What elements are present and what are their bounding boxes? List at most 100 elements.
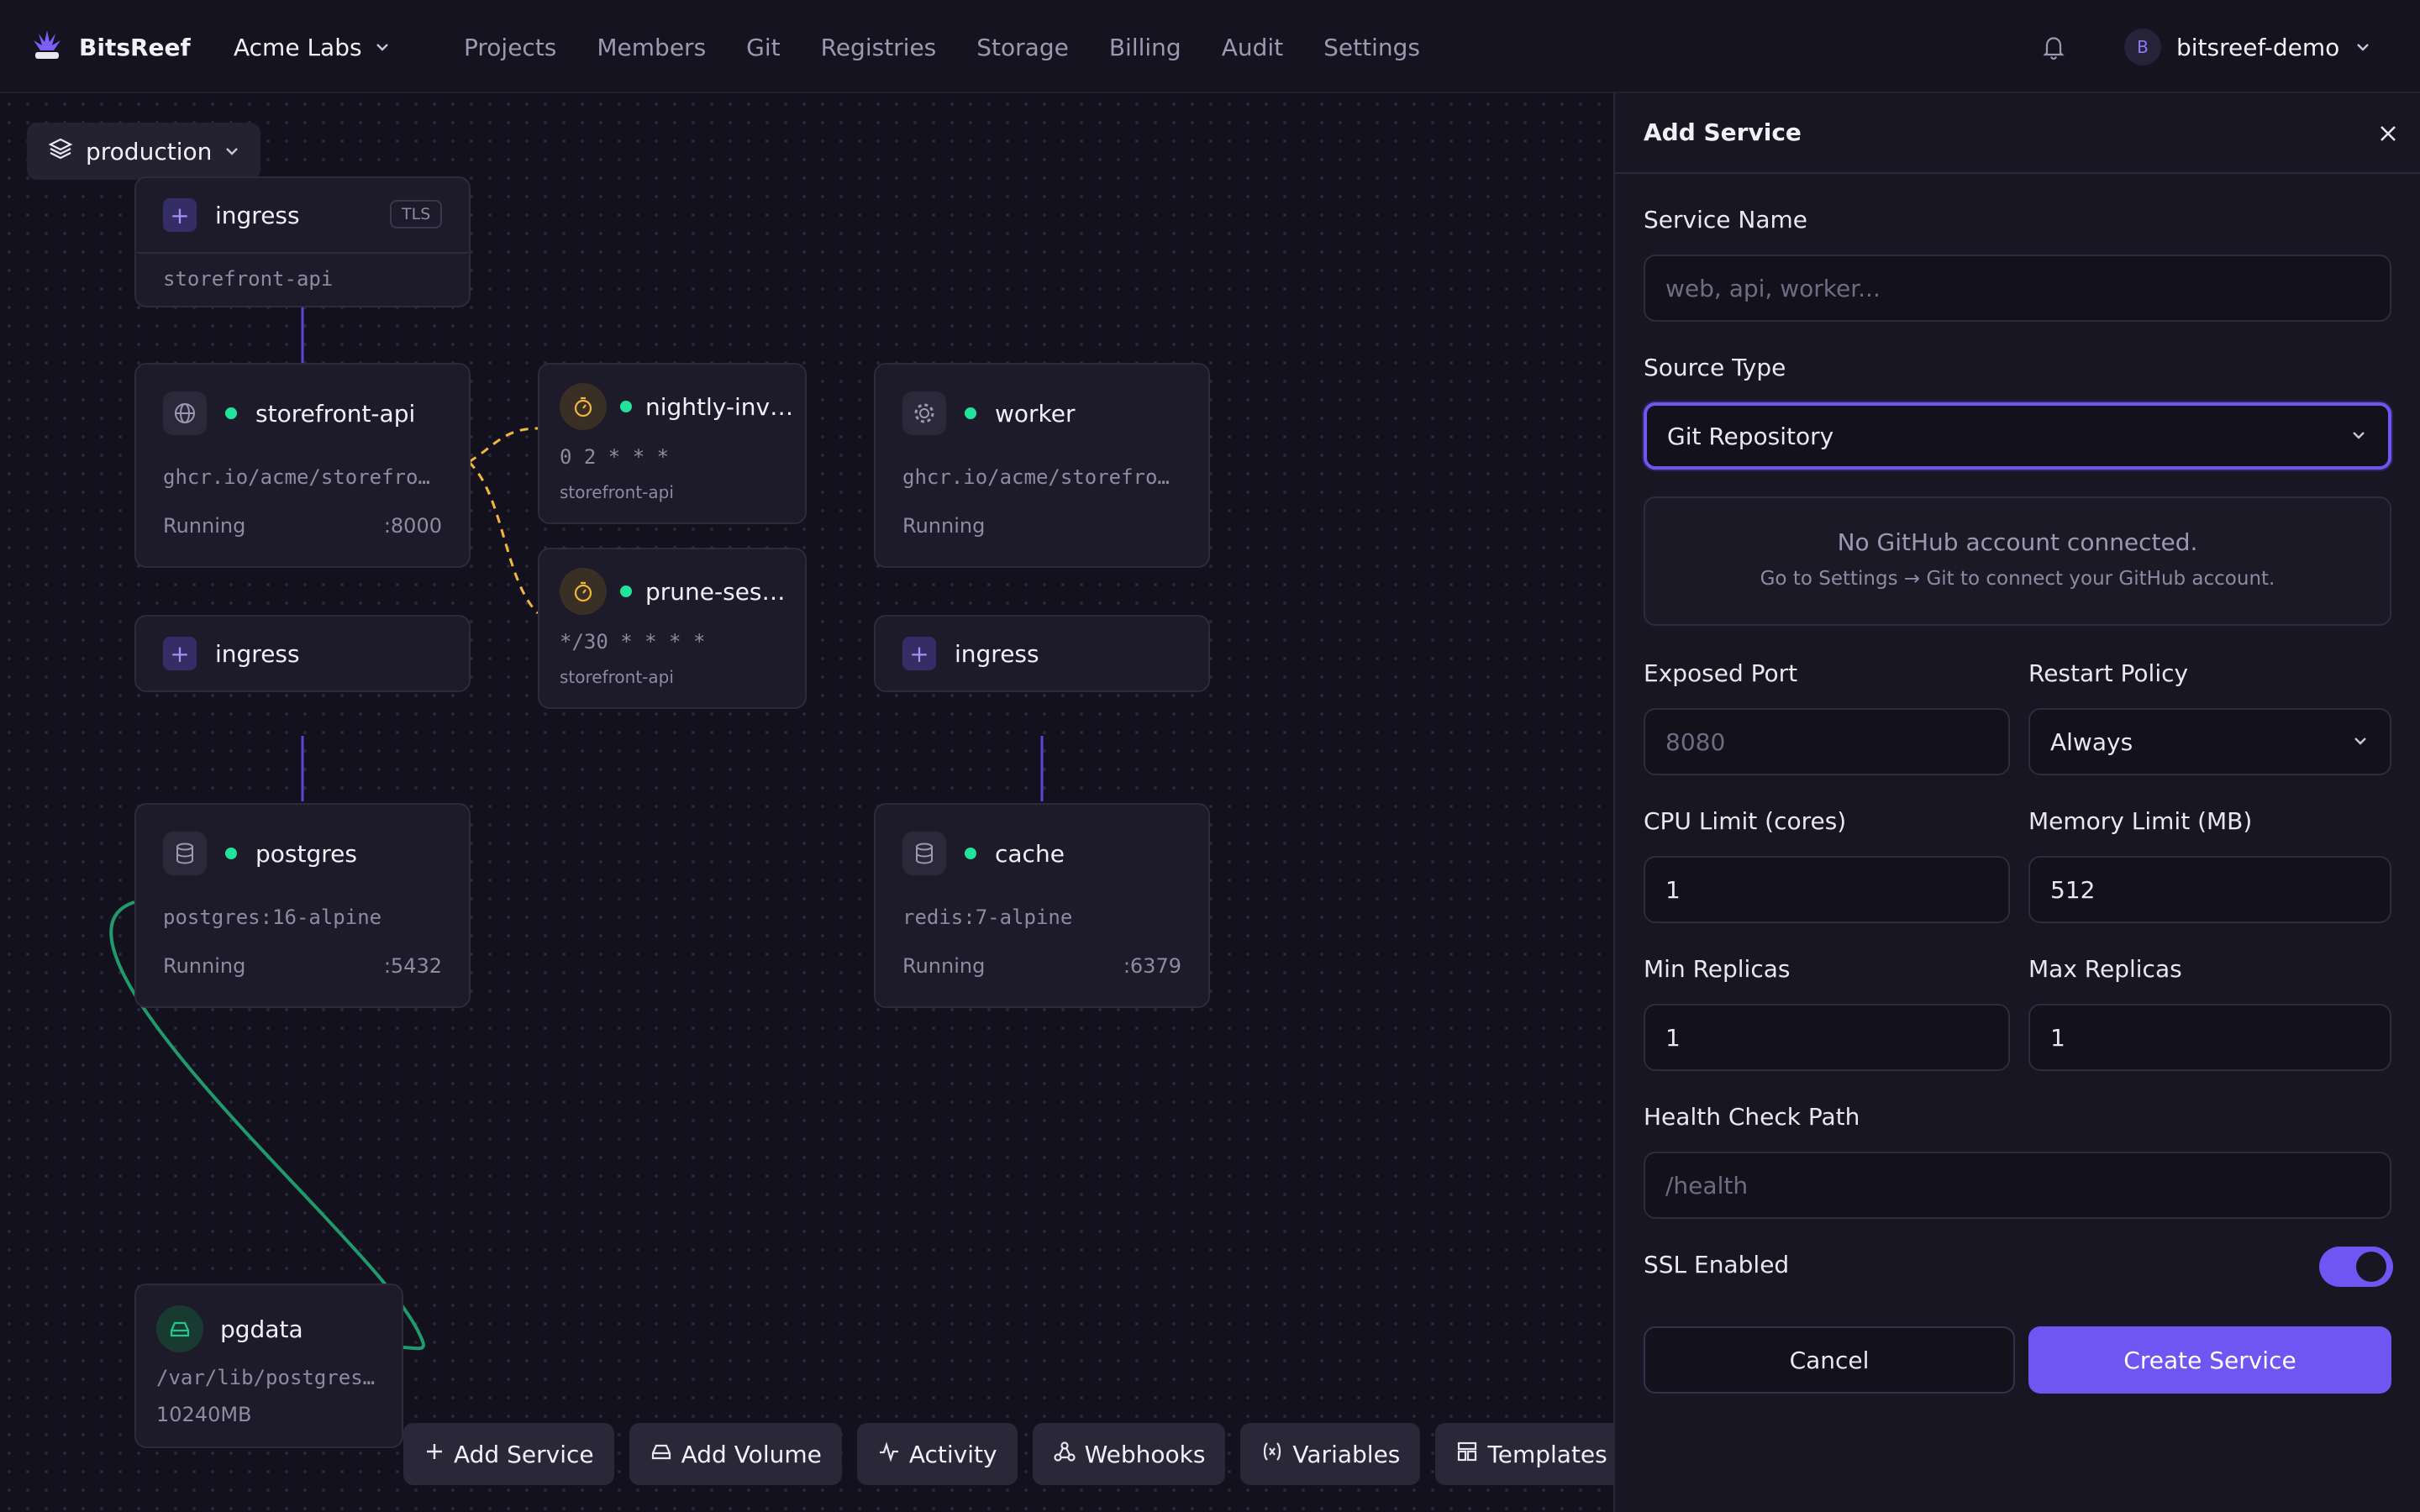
layers-icon xyxy=(47,135,74,168)
webhooks-button[interactable]: Webhooks xyxy=(1032,1423,1226,1485)
bell-icon[interactable] xyxy=(2037,30,2070,64)
close-icon[interactable] xyxy=(2371,117,2405,150)
ingress-label: ingress xyxy=(955,639,1039,668)
cron-schedule: */30 * * * * xyxy=(560,630,706,654)
cpu-limit-label: CPU Limit (cores) xyxy=(1644,807,1847,835)
status-dot xyxy=(965,848,976,859)
ingress-target: storefront-api xyxy=(163,267,334,291)
ssl-toggle[interactable] xyxy=(2319,1247,2393,1287)
cron-schedule: 0 2 * * * xyxy=(560,445,670,469)
service-name-input[interactable]: web, api, worker... xyxy=(1644,255,2391,322)
service-image: redis:7-alpine xyxy=(902,906,1073,929)
panel-title: Add Service xyxy=(1644,118,1802,146)
globe-icon xyxy=(163,391,207,435)
activity-button[interactable]: Activity xyxy=(856,1423,1018,1485)
service-name: worker xyxy=(995,399,1076,428)
cron-node-prune[interactable]: prune-ses… */30 * * * * storefront-api xyxy=(538,548,807,709)
health-check-placeholder: /health xyxy=(1665,1171,1749,1200)
min-replicas-label: Min Replicas xyxy=(1644,955,1791,983)
service-name: storefront-api xyxy=(255,399,416,428)
templates-button[interactable]: Templates xyxy=(1435,1423,1628,1485)
cron-name: nightly-inv… xyxy=(645,392,794,421)
timer-icon xyxy=(560,383,607,430)
add-volume-label: Add Volume xyxy=(681,1440,822,1468)
plus-icon: + xyxy=(902,637,936,670)
ingress-label: ingress xyxy=(215,201,300,229)
service-image: ghcr.io/acme/storefro… xyxy=(163,465,430,489)
exposed-port-placeholder: 8080 xyxy=(1665,727,1726,756)
service-status: Running xyxy=(163,954,246,978)
cancel-button[interactable]: Cancel xyxy=(1644,1326,2015,1394)
memory-limit-value: 512 xyxy=(2050,875,2096,904)
environment-name: production xyxy=(86,137,213,165)
divider xyxy=(136,252,469,254)
templates-label: Templates xyxy=(1487,1440,1607,1468)
min-replicas-input[interactable]: 1 xyxy=(1644,1004,2010,1071)
hard-drive-icon xyxy=(650,1440,673,1469)
source-type-select[interactable]: Git Repository xyxy=(1644,402,2391,470)
add-volume-button[interactable]: Add Volume xyxy=(629,1423,842,1485)
service-image: postgres:16-alpine xyxy=(163,906,382,929)
max-replicas-label: Max Replicas xyxy=(2028,955,2182,983)
service-port: :6379 xyxy=(1123,954,1181,978)
health-check-label: Health Check Path xyxy=(1644,1103,1860,1131)
plus-icon: + xyxy=(163,637,197,670)
plus-icon xyxy=(424,1441,445,1468)
add-service-button[interactable]: Add Service xyxy=(403,1423,614,1485)
service-name: postgres xyxy=(255,839,357,868)
add-service-panel: Add Service Service Name web, api, worke… xyxy=(1613,93,2420,1512)
service-node-postgres[interactable]: postgres postgres:16-alpine Running :543… xyxy=(134,803,471,1008)
canvas-toolbar: Add Service Add Volume Activity Webhooks… xyxy=(403,1423,1628,1485)
github-notice: No GitHub account connected. Go to Setti… xyxy=(1644,496,2391,626)
environment-selector[interactable]: production xyxy=(27,123,261,180)
status-dot xyxy=(225,407,237,419)
ingress-node-right[interactable]: + ingress xyxy=(874,615,1210,692)
restart-policy-select[interactable]: Always xyxy=(2028,708,2391,775)
service-port: :5432 xyxy=(383,954,442,978)
create-service-button[interactable]: Create Service xyxy=(2028,1326,2391,1394)
notice-body: Go to Settings → Git to connect your Git… xyxy=(1760,568,2275,590)
service-status: Running xyxy=(163,514,246,538)
health-check-input[interactable]: /health xyxy=(1644,1152,2391,1219)
hard-drive-icon xyxy=(156,1305,203,1352)
ingress-node-left[interactable]: + ingress xyxy=(134,615,471,692)
cpu-limit-input[interactable]: 1 xyxy=(1644,856,2010,923)
restart-policy-value: Always xyxy=(2050,727,2133,756)
cancel-label: Cancel xyxy=(1789,1346,1870,1374)
memory-limit-input[interactable]: 512 xyxy=(2028,856,2391,923)
memory-limit-label: Memory Limit (MB) xyxy=(2028,807,2253,835)
variable-icon xyxy=(1260,1440,1284,1469)
service-node-storefront-api[interactable]: storefront-api ghcr.io/acme/storefro… Ru… xyxy=(134,363,471,568)
cron-target: storefront-api xyxy=(560,482,674,502)
variables-button[interactable]: Variables xyxy=(1240,1423,1421,1485)
ingress-node-top[interactable]: + ingress TLS storefront-api xyxy=(134,176,471,307)
user-name: bitsreef-demo xyxy=(2176,33,2340,61)
plus-icon: + xyxy=(163,198,197,232)
service-name-placeholder: web, api, worker... xyxy=(1665,274,1881,302)
source-type-value: Git Repository xyxy=(1667,422,1834,450)
service-image: ghcr.io/acme/storefro… xyxy=(902,465,1170,489)
tls-badge: TLS xyxy=(390,200,443,228)
service-port: :8000 xyxy=(383,514,442,538)
user-menu[interactable]: B bitsreef-demo xyxy=(2124,24,2371,71)
service-node-worker[interactable]: worker ghcr.io/acme/storefro… Running xyxy=(874,363,1210,568)
max-replicas-value: 1 xyxy=(2050,1023,2065,1052)
cron-node-nightly[interactable]: nightly-inv… 0 2 * * * storefront-api xyxy=(538,363,807,524)
volume-size: 10240MB xyxy=(156,1403,252,1426)
max-replicas-input[interactable]: 1 xyxy=(2028,1004,2391,1071)
layout-template-icon xyxy=(1455,1440,1479,1469)
chevron-down-icon xyxy=(2351,728,2370,756)
webhook-icon xyxy=(1053,1440,1076,1469)
ssl-label: SSL Enabled xyxy=(1644,1251,1790,1278)
volume-path: /var/lib/postgres… xyxy=(156,1366,376,1389)
database-icon xyxy=(163,832,207,875)
create-service-label: Create Service xyxy=(2123,1346,2296,1374)
volume-node-pgdata[interactable]: pgdata /var/lib/postgres… 10240MB xyxy=(134,1284,403,1448)
cron-link-prune xyxy=(467,460,539,615)
activity-icon xyxy=(877,1440,901,1469)
service-node-cache[interactable]: cache redis:7-alpine Running :6379 xyxy=(874,803,1210,1008)
exposed-port-input[interactable]: 8080 xyxy=(1644,708,2010,775)
avatar: B xyxy=(2124,29,2161,66)
chevron-down-icon xyxy=(2354,34,2371,61)
cron-name: prune-ses… xyxy=(645,577,786,606)
